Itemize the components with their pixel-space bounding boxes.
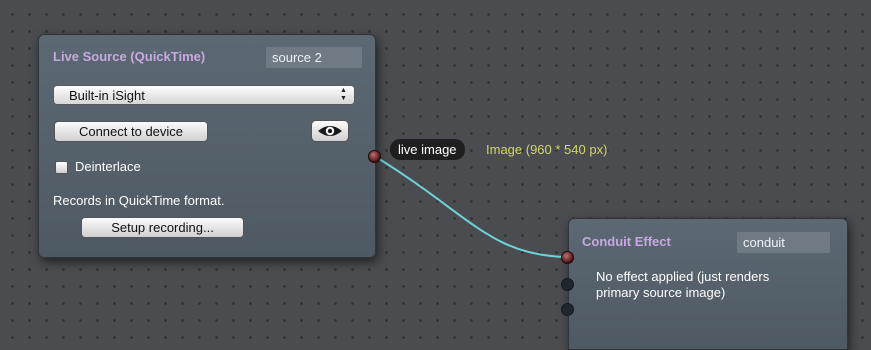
device-select[interactable]: Built-in iSight ▲ ▼ [53, 85, 355, 105]
select-arrows-icon: ▲ ▼ [340, 87, 347, 102]
secondary-input-port[interactable] [561, 278, 574, 291]
port-type-label: Image (960 * 540 px) [486, 142, 608, 157]
connect-button[interactable]: Connect to device [54, 121, 208, 142]
conduit-description-line2: primary source image) [596, 285, 726, 300]
primary-input-port[interactable] [561, 251, 574, 264]
preview-button[interactable] [311, 120, 349, 142]
setup-recording-button[interactable]: Setup recording... [81, 217, 244, 238]
deinterlace-label: Deinterlace [75, 159, 141, 174]
live-source-node[interactable]: Live Source (QuickTime) source 2 Built-i… [38, 34, 376, 258]
live-source-identifier[interactable]: source 2 [266, 47, 362, 68]
record-format-note: Records in QuickTime format. [53, 193, 225, 208]
patch-canvas[interactable]: Live Source (QuickTime) source 2 Built-i… [0, 0, 871, 350]
port-label: live image [390, 139, 465, 160]
live-image-output-port[interactable] [368, 150, 381, 163]
conduit-effect-node[interactable]: Conduit Effect conduit No effect applied… [568, 218, 848, 350]
conduit-description-line1: No effect applied (just renders [596, 269, 770, 284]
device-select-value: Built-in iSight [69, 88, 145, 103]
live-source-title: Live Source (QuickTime) [53, 49, 206, 64]
tertiary-input-port[interactable] [561, 303, 574, 316]
eye-icon [318, 126, 342, 136]
deinterlace-checkbox[interactable] [55, 161, 68, 174]
conduit-effect-identifier[interactable]: conduit [737, 232, 830, 253]
conduit-effect-title: Conduit Effect [582, 234, 671, 249]
